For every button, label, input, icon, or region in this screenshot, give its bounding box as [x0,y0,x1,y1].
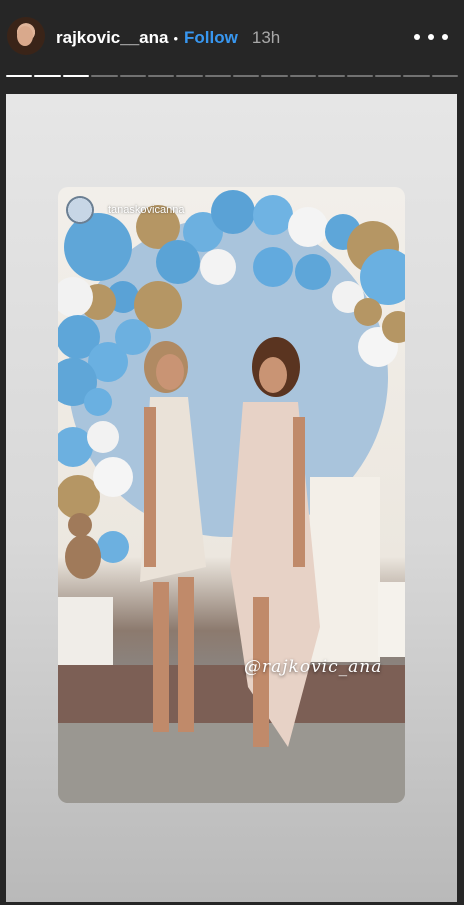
progress-segment [147,75,175,77]
story-header: rajkovic__ana • Follow 13h [0,0,464,72]
repost-avatar[interactable] [66,196,94,224]
progress-segment [119,75,146,77]
profile-avatar[interactable] [7,17,45,55]
follow-button[interactable]: Follow [184,28,238,48]
repost-username[interactable]: tanaskovicanna [108,204,184,216]
story-timestamp: 13h [251,28,281,47]
progress-segment [374,75,402,77]
progress-segment [233,75,260,77]
progress-segment [261,75,288,77]
progress-segment [289,75,317,77]
progress-segment [91,75,118,77]
photo-illustration [58,190,405,803]
mention-sticker[interactable]: @rajkovic_ana [244,657,382,677]
progress-segment [403,75,430,77]
progress-segment [318,75,345,77]
reposted-photo: tanaskovicanna @rajkovic_ana [58,187,405,803]
progress-segment [431,75,458,77]
progress-segment [176,75,203,77]
progress-segment [62,75,90,77]
progress-segment [6,75,33,77]
more-horizontal-icon[interactable] [414,26,448,48]
separator-dot: • [173,30,179,46]
progress-segment [204,75,231,77]
progress-segment [346,75,373,77]
story-media[interactable]: tanaskovicanna @rajkovic_ana [6,94,457,902]
progress-segment [34,75,61,77]
story-progress-bar [6,75,458,78]
username-link[interactable]: rajkovic__ana [56,28,168,48]
story-title-row: rajkovic__ana • Follow 13h [56,27,280,49]
